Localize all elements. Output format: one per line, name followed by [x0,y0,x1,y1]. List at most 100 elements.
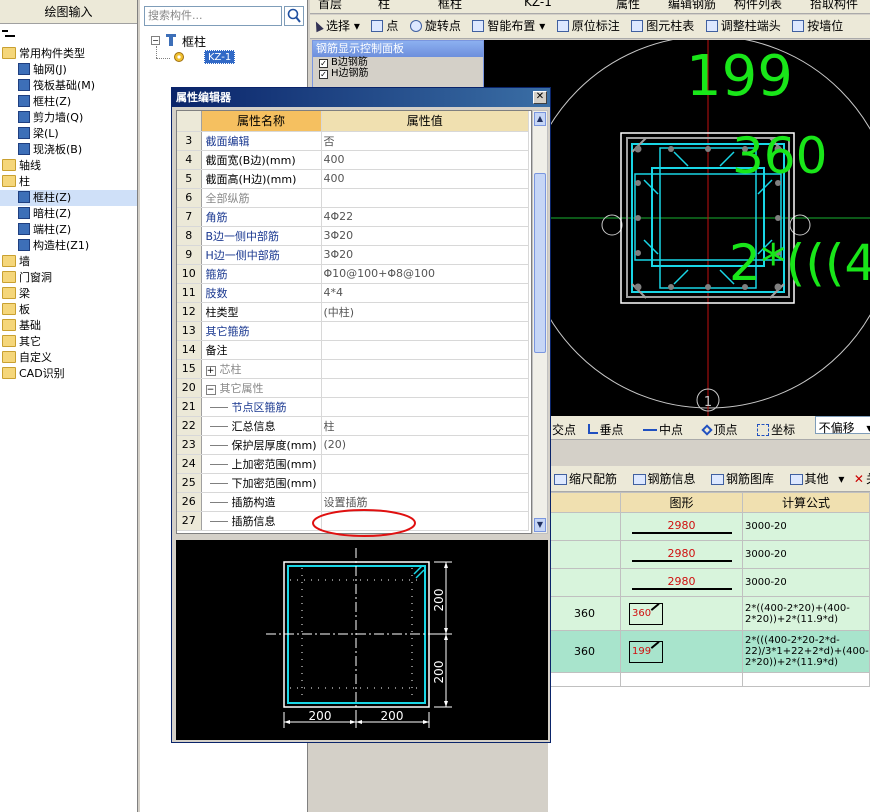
scrollbar-thumb[interactable] [534,173,546,353]
property-value[interactable] [321,473,529,493]
property-value[interactable]: 否 [321,131,529,151]
grid-formula-cell[interactable]: 3000-20 [742,568,870,597]
property-value[interactable] [321,321,529,341]
tree-item[interactable]: 端柱(Z) [0,222,137,238]
tree-folder[interactable]: CAD识别 [0,366,137,382]
property-value[interactable] [321,188,529,208]
tree-item[interactable]: 梁(L) [0,126,137,142]
dialog-close-button[interactable]: ✕ [533,91,547,104]
collapse-icon[interactable]: − [205,384,216,395]
other-menu-button[interactable]: 其他 ▾ [789,466,844,491]
grid-shape-cell[interactable]: 2980 [620,512,743,541]
edit-rebar-button[interactable]: 编辑钢筋 [668,0,716,12]
tree-folder[interactable]: 基础 [0,318,137,334]
by-wall-button[interactable]: 按墙位 [788,15,847,37]
property-value[interactable]: (20) [321,435,529,455]
table-row[interactable]: 2980 3000-20 [548,512,870,541]
property-row[interactable]: 7 角筋 4Φ22 [177,207,529,227]
property-value[interactable] [321,397,529,417]
tree-item[interactable]: 暗柱(Z) [0,206,137,222]
scale-rebar-button[interactable]: 缩尺配筋 [554,466,623,491]
properties-button[interactable]: 属性 [616,0,640,12]
tree-root-label[interactable]: 框柱 [182,33,206,50]
property-row[interactable]: 13 其它箍筋 [177,321,529,341]
tree-folder[interactable]: 常用构件类型 [0,46,137,62]
table-row[interactable]: 2980 3000-20 [548,568,870,597]
tree-item[interactable]: 筏板基础(M) [0,78,137,94]
property-row[interactable]: 25 下加密范围(mm) [177,473,529,493]
grid-formula-cell[interactable]: 2*(((400-2*20-2*d-22)/3*1+22+2*d)+(400-2… [742,630,870,673]
tree-item[interactable]: 构造柱(Z1) [0,238,137,254]
tree-folder[interactable]: 板 [0,302,137,318]
adjust-column-end-button[interactable]: 调整柱端头 [702,15,785,37]
tree-folder[interactable]: 梁 [0,286,137,302]
property-row[interactable]: 6 全部纵筋 [177,188,529,208]
h-edge-rebar-checkbox[interactable]: ✓ H边钢筋 [313,68,483,79]
property-row[interactable]: 24 上加密范围(mm) [177,454,529,474]
offset-mode-select[interactable]: 不偏移 ▾ [814,416,870,435]
grid-formula-cell[interactable]: 2*((400-2*20)+(400-2*20))+2*(11.9*d) [742,596,870,631]
floor-select[interactable]: 首层 [318,0,342,12]
property-row[interactable]: 14 备注 [177,340,529,360]
tree-folder[interactable]: 柱 [0,174,137,190]
property-row[interactable]: 15 + 芯柱 [177,359,529,379]
property-name-header[interactable]: 属性名称 [201,111,322,132]
collapse-icon[interactable] [2,30,16,40]
expand-icon[interactable]: + [205,365,216,376]
tree-item[interactable]: 剪力墙(Q) [0,110,137,126]
property-value[interactable]: Φ10@100+Φ8@100 [321,264,529,284]
property-value[interactable]: 400 [321,150,529,170]
tree-folder[interactable]: 墙 [0,254,137,270]
property-value-header[interactable]: 属性值 [321,111,529,132]
tree-item[interactable]: 现浇板(B) [0,142,137,158]
table-row[interactable]: 2980 3000-20 [548,540,870,569]
property-row[interactable]: 20− 其它属性 [177,378,529,398]
property-value[interactable]: 4*4 [321,283,529,303]
grid-shape-cell[interactable]: 360 [620,596,743,631]
property-row[interactable]: 4 截面宽(B边)(mm) 400 [177,150,529,170]
tree-folder[interactable]: 自定义 [0,350,137,366]
b-edge-rebar-checkbox[interactable]: ✓ B边钢筋 [313,57,483,68]
tree-folder[interactable]: 其它 [0,334,137,350]
search-input[interactable]: 搜索构件... [144,6,282,26]
table-row[interactable]: 360 360 2*((400-2*20)+(400-2*20))+2*(11.9*… [548,596,870,631]
scroll-down-icon[interactable]: ▼ [534,518,546,532]
snap-midpoint[interactable]: 中点 [643,419,691,441]
property-row[interactable]: 9 H边一侧中部筋 3Φ20 [177,245,529,265]
property-value[interactable] [321,340,529,360]
tree-item-kz1[interactable]: KZ-1 [204,50,236,64]
rotate-point-button[interactable]: 旋转点 [406,15,465,37]
in-place-annotation-button[interactable]: 原位标注 [553,15,624,37]
property-row[interactable]: 12 柱类型 (中柱) [177,302,529,322]
rebar-info-button[interactable]: 钢筋信息 [632,466,702,491]
point-button[interactable]: 点 [367,15,402,37]
grid-shape-cell[interactable]: 2980 [620,540,743,569]
table-row[interactable]: 360 199 2*(((400-2*20-2*d-22)/3*1+22+2*d)+… [548,630,870,673]
snap-perpendicular[interactable]: 垂点 [587,419,632,441]
property-value[interactable] [321,454,529,474]
select-button[interactable]: 选择 ▾ [310,15,364,37]
scroll-up-icon[interactable]: ▲ [534,112,546,126]
property-value[interactable]: 3Φ20 [321,245,529,265]
tree-item[interactable]: 轴网(J) [0,62,137,78]
property-row[interactable]: 10 箍筋 Φ10@100+Φ8@100 [177,264,529,284]
property-scrollbar[interactable]: ▲ ▼ [532,110,548,534]
tree-item[interactable]: 框柱(Z) [0,94,137,110]
category-select[interactable]: 柱 [378,0,390,12]
property-value[interactable]: 3Φ20 [321,226,529,246]
nav-panel-header[interactable]: 绘图输入 [0,0,137,24]
property-value[interactable]: 柱 [321,416,529,436]
tree-item[interactable]: 框柱(Z) [0,190,137,206]
property-row[interactable]: 8 B边一侧中部筋 3Φ20 [177,226,529,246]
tree-folder[interactable]: 门窗洞 [0,270,137,286]
grid-formula-cell[interactable]: 3000-20 [742,540,870,569]
column-table-button[interactable]: 图元柱表 [627,15,698,37]
grid-formula-cell[interactable]: 3000-20 [742,512,870,541]
grid-header-formula[interactable]: 计算公式 [742,492,870,513]
snap-vertex[interactable]: 顶点 [700,419,746,441]
close-button[interactable]: ✕关闭 [854,466,870,491]
property-value[interactable] [321,359,529,379]
property-value[interactable]: 400 [321,169,529,189]
snap-coordinate[interactable]: 坐标 [757,419,803,441]
component-list-button[interactable]: 构件列表 [734,0,782,12]
